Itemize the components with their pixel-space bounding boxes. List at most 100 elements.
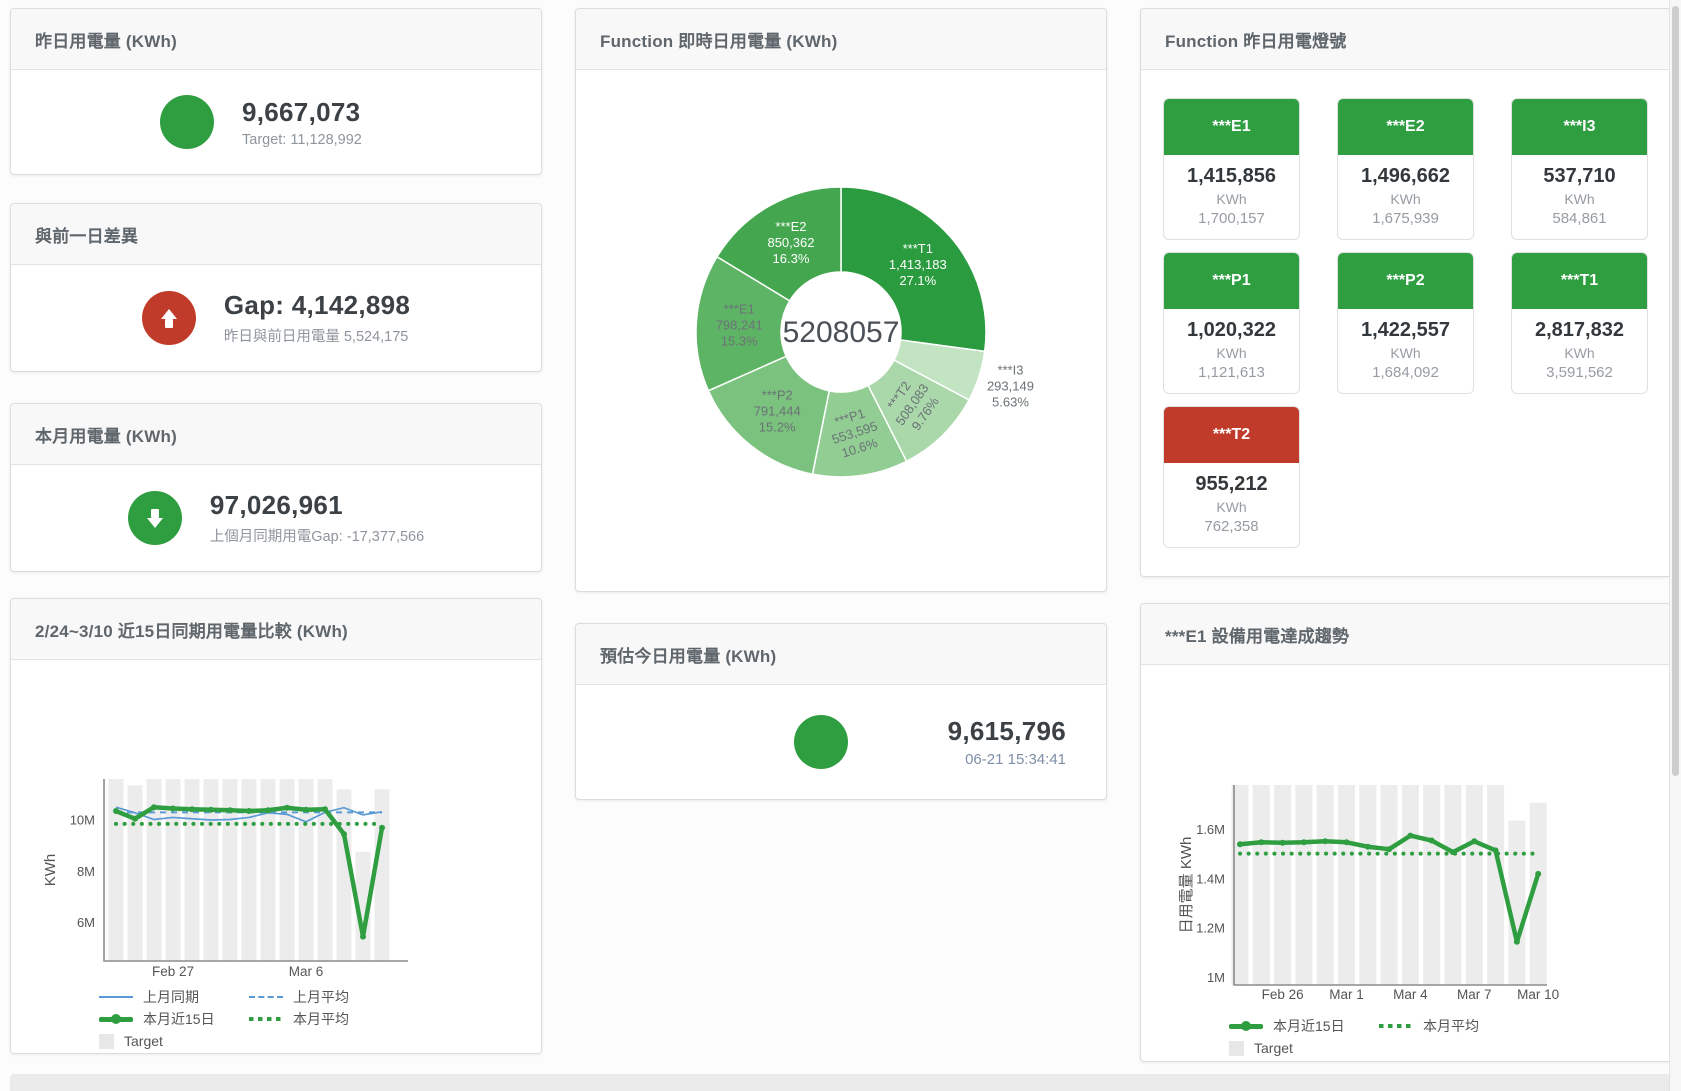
legend-label: 本月平均	[1423, 1016, 1479, 1036]
series-point[interactable]	[1429, 838, 1435, 844]
series-point[interactable]	[1514, 939, 1520, 945]
target-bar[interactable]	[1359, 785, 1376, 985]
lamp-tile-E1[interactable]: ***E11,415,856KWh1,700,157	[1163, 98, 1300, 240]
lamp-tile-P2[interactable]: ***P21,422,557KWh1,684,092	[1337, 252, 1474, 394]
donut-chart-svg[interactable]: ***T11,413,18327.1%***I3293,1495.63%***T…	[576, 70, 1106, 591]
card-estimate-today: 預估今日用電量 (KWh) 9,615,796 06-21 15:34:41	[575, 623, 1107, 800]
target-bar[interactable]	[261, 779, 276, 961]
target-bar[interactable]	[223, 779, 238, 961]
lamp-tile-T1[interactable]: ***T12,817,832KWh3,591,562	[1511, 252, 1648, 394]
series-point[interactable]	[322, 806, 328, 812]
lamp-tile-I3[interactable]: ***I3537,710KWh584,861	[1511, 98, 1648, 240]
target-bar[interactable]	[1402, 785, 1419, 985]
lamp-tile-target: 1,675,939	[1338, 210, 1473, 227]
card-header: Function 昨日用電燈號	[1141, 9, 1671, 70]
series-point[interactable]	[1280, 840, 1286, 846]
target-bar[interactable]	[1274, 785, 1291, 985]
target-bar[interactable]	[1423, 785, 1440, 985]
legend-dash-marker-icon	[249, 996, 283, 998]
series-point[interactable]	[1407, 833, 1413, 839]
y-tick-label: 1.4M	[1196, 871, 1225, 886]
card-header: Function 即時日用電量 (KWh)	[576, 9, 1106, 70]
lamp-tile-header: ***P2	[1338, 253, 1473, 309]
legend-item[interactable]: 上月平均	[249, 987, 399, 1007]
kpi-subtitle: Target: 11,128,992	[242, 132, 392, 148]
series-point[interactable]	[1535, 871, 1541, 877]
series-point[interactable]	[303, 807, 309, 813]
kpi-value: 9,615,796	[876, 716, 1066, 747]
series-point[interactable]	[1322, 838, 1328, 844]
scrollbar-track[interactable]	[1669, 0, 1681, 1091]
series-point[interactable]	[246, 808, 252, 814]
donut-center-total: 5208057	[783, 316, 900, 349]
target-bar[interactable]	[375, 789, 390, 961]
kpi-value: 9,667,073	[242, 97, 392, 128]
legend-item[interactable]: 本月近15日	[1229, 1016, 1379, 1036]
card-title: 本月用電量 (KWh)	[35, 422, 177, 447]
series-point[interactable]	[1301, 839, 1307, 845]
series-point[interactable]	[379, 825, 385, 831]
lamp-tile-P1[interactable]: ***P11,020,322KWh1,121,613	[1163, 252, 1300, 394]
target-bar[interactable]	[1466, 785, 1483, 985]
lamp-tile-E2[interactable]: ***E21,496,662KWh1,675,939	[1337, 98, 1474, 240]
lamp-tile-unit: KWh	[1512, 345, 1647, 361]
target-bar[interactable]	[109, 779, 124, 961]
legend-square-marker-icon	[1229, 1041, 1244, 1056]
target-bar[interactable]	[299, 779, 314, 961]
x-tick-label: Mar 10	[1517, 987, 1559, 1002]
y-tick-label: 1M	[1207, 970, 1225, 985]
legend-item[interactable]: 本月平均	[249, 1009, 399, 1029]
lamp-tile-grid: ***E11,415,856KWh1,700,157***E21,496,662…	[1141, 70, 1671, 548]
series-point[interactable]	[1258, 839, 1264, 845]
lamp-tile-header: ***T1	[1512, 253, 1647, 309]
series-point[interactable]	[265, 807, 271, 813]
series-point[interactable]	[208, 807, 214, 813]
target-bar[interactable]	[1295, 785, 1312, 985]
target-bar[interactable]	[1508, 821, 1525, 985]
series-point[interactable]	[189, 806, 195, 812]
series-point[interactable]	[1386, 846, 1392, 852]
target-bar[interactable]	[1338, 785, 1355, 985]
lamp-tile-target: 3,591,562	[1512, 364, 1647, 381]
series-point[interactable]	[113, 808, 119, 814]
card-header: 預估今日用電量 (KWh)	[576, 624, 1106, 685]
legend-item[interactable]: Target	[99, 1033, 249, 1049]
series-point[interactable]	[170, 805, 176, 811]
scrollbar-thumb[interactable]	[1672, 6, 1679, 776]
series-point[interactable]	[1237, 841, 1243, 847]
legend-item[interactable]: 本月平均	[1379, 1016, 1529, 1036]
trend-chart-svg[interactable]: 1M1.2M1.4M1.6MFeb 26Mar 1Mar 4Mar 7Mar 1…	[1141, 665, 1671, 1015]
target-bar[interactable]	[1445, 785, 1462, 985]
card-gap-previous-day: 與前一日差異 Gap: 4,142,898 昨日與前日用電量 5,524,175	[10, 203, 542, 372]
series-point[interactable]	[360, 934, 366, 940]
target-bar[interactable]	[1253, 785, 1270, 985]
lamp-tile-unit: KWh	[1164, 345, 1299, 361]
series-point[interactable]	[341, 831, 347, 837]
legend-label: 本月平均	[293, 1009, 349, 1029]
target-bar[interactable]	[242, 779, 257, 961]
target-bar[interactable]	[1381, 785, 1398, 985]
legend-item[interactable]: Target	[1229, 1040, 1379, 1056]
legend-label: 本月近15日	[143, 1009, 215, 1029]
lamp-tile-T2[interactable]: ***T2955,212KWh762,358	[1163, 406, 1300, 548]
series-point[interactable]	[151, 804, 157, 810]
legend-dots-marker-icon	[249, 1017, 283, 1021]
series-point[interactable]	[132, 816, 138, 822]
card-title: Function 即時日用電量 (KWh)	[600, 27, 837, 52]
legend-item[interactable]: 本月近15日	[99, 1009, 249, 1029]
series-point[interactable]	[1471, 838, 1477, 844]
arrow-down-icon	[128, 491, 182, 545]
x-tick-label: Mar 7	[1457, 987, 1492, 1002]
target-bar[interactable]	[1317, 785, 1334, 985]
lamp-tile-unit: KWh	[1338, 191, 1473, 207]
legend-item[interactable]: 上月同期	[99, 987, 249, 1007]
series-point[interactable]	[1344, 839, 1350, 845]
series-point[interactable]	[284, 805, 290, 811]
target-bar[interactable]	[204, 779, 219, 961]
series-point[interactable]	[227, 807, 233, 813]
target-bar[interactable]	[337, 789, 352, 961]
card-header: 昨日用電量 (KWh)	[11, 9, 541, 70]
series-point[interactable]	[1365, 844, 1371, 850]
kpi-timestamp: 06-21 15:34:41	[876, 751, 1066, 768]
compare-chart-svg[interactable]: 6M8M10MFeb 27Mar 6KWh	[11, 660, 541, 986]
